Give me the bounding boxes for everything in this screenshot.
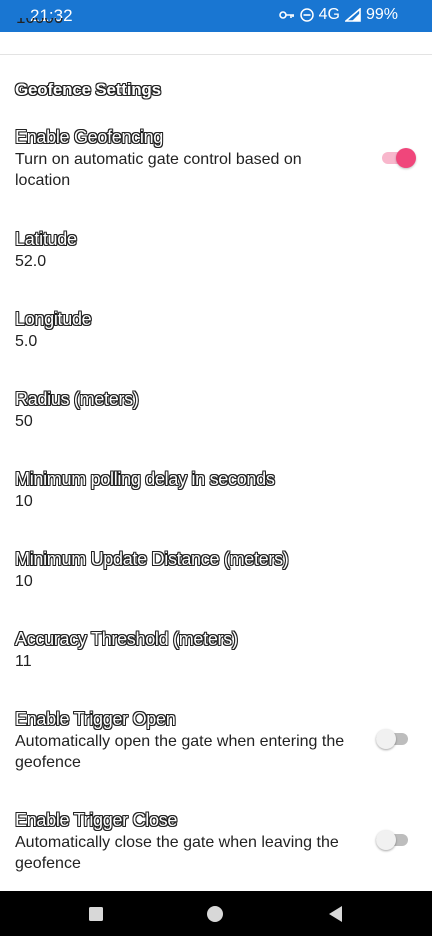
pref-title: Minimum Update Distance (meters) [15, 549, 289, 569]
pref-update-distance[interactable]: Minimum Update Distance (meters) 10 [15, 548, 375, 592]
pref-title: Enable Trigger Open [15, 709, 176, 729]
pref-summary: Automatically close the gate when leavin… [15, 834, 339, 872]
pref-title: Minimum polling delay in seconds [15, 469, 275, 489]
pref-trigger-close[interactable]: Enable Trigger Close Automatically close… [15, 809, 375, 874]
switch-thumb [376, 729, 396, 749]
pref-value: 50 [15, 413, 33, 430]
battery-level: 99% [365, 6, 398, 23]
pref-summary: Turn on automatic gate control based on … [15, 151, 302, 189]
pref-longitude[interactable]: Longitude 5.0 [15, 308, 375, 352]
pref-value: 11 [15, 653, 32, 670]
pref-accuracy-threshold[interactable]: Accuracy Threshold (meters) 11 [15, 628, 375, 672]
pref-title: Enable Geofencing [15, 127, 164, 147]
signal-icon [344, 8, 361, 22]
recents-square-icon[interactable] [85, 903, 107, 925]
status-icons: 4G 99% [278, 6, 398, 24]
home-circle-icon[interactable] [204, 903, 226, 925]
pref-latitude[interactable]: Latitude 52.0 [15, 228, 375, 272]
navigation-bar [0, 891, 432, 936]
pref-enable-geofencing[interactable]: Enable Geofencing Turn on automatic gate… [15, 126, 375, 191]
pref-value: 5.0 [15, 333, 38, 350]
pref-title: Latitude [15, 229, 77, 249]
pref-summary: Automatically open the gate when enterin… [15, 733, 345, 771]
pref-value: 10 [15, 493, 33, 510]
pref-title: Longitude [15, 309, 92, 329]
key-icon [278, 9, 295, 21]
trigger-open-switch[interactable] [376, 729, 410, 749]
pref-title: Enable Trigger Close [15, 810, 178, 830]
pref-title: Radius (meters) [15, 389, 139, 409]
pref-trigger-open[interactable]: Enable Trigger Open Automatically open t… [15, 708, 375, 773]
divider [0, 54, 432, 55]
pref-title: Accuracy Threshold (meters) [15, 629, 238, 649]
pref-radius[interactable]: Radius (meters) 50 [15, 388, 375, 432]
do-not-disturb-icon [299, 8, 314, 22]
geofencing-switch[interactable] [382, 148, 416, 168]
trigger-close-switch[interactable] [376, 830, 410, 850]
section-header-geofence: Geofence Settings [15, 80, 161, 99]
pref-polling-delay[interactable]: Minimum polling delay in seconds 10 [15, 468, 375, 512]
pref-value: 10 [15, 573, 33, 590]
switch-thumb [376, 830, 396, 850]
back-triangle-icon[interactable] [325, 903, 347, 925]
cut-off-value: 10000 [16, 18, 216, 34]
network-type: 4G [318, 6, 340, 23]
switch-thumb [396, 148, 416, 168]
pref-value: 52.0 [15, 253, 47, 270]
